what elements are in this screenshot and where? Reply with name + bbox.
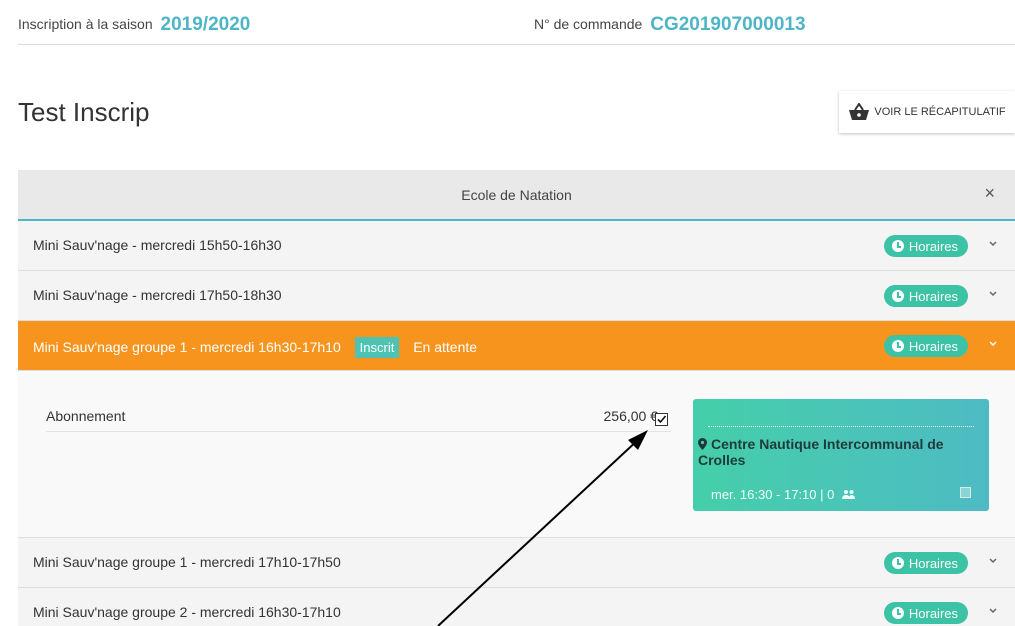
map-pin-icon	[698, 438, 707, 450]
season-info: Inscription à la saison 2019/2020	[18, 14, 250, 36]
subscription-price: 256,00 €	[603, 408, 659, 424]
panel-header: Ecole de Natation ×	[18, 170, 1015, 221]
session-detail: Abonnement 256,00 € Centre Nautique Inte…	[18, 371, 1015, 538]
clock-icon	[891, 340, 904, 352]
check-icon	[657, 415, 667, 424]
order-info: N° de commande CG201907000013	[534, 14, 806, 36]
clock-icon	[891, 557, 904, 569]
pending-status: En attente	[413, 339, 478, 355]
divider	[708, 426, 974, 427]
horaires-label: Horaires	[908, 338, 958, 354]
season-value: 2019/2020	[160, 14, 251, 35]
registered-badge: Inscrit	[354, 337, 400, 358]
people-icon	[841, 490, 855, 499]
horaires-button[interactable]: Horaires	[883, 235, 968, 257]
view-summary-button[interactable]: VOIR LE RÉCAPITULATIF	[839, 91, 1015, 133]
session-row-active[interactable]: Mini Sauv'nage groupe 1 - mercredi 16h30…	[18, 321, 1015, 371]
horaires-button[interactable]: Horaires	[883, 335, 968, 357]
season-prefix: Inscription à la saison	[18, 16, 153, 32]
session-label: Mini Sauv'nage - mercredi 15h50-16h30	[33, 237, 282, 253]
session-label: Mini Sauv'nage groupe 1 - mercredi 17h10…	[33, 554, 341, 570]
session-label: Mini Sauv'nage groupe 1 - mercredi 16h30…	[33, 337, 477, 358]
session-row[interactable]: Mini Sauv'nage groupe 2 - mercredi 16h30…	[18, 588, 1015, 626]
horaires-label: Horaires	[908, 288, 958, 304]
horaires-label: Horaires	[908, 238, 958, 254]
horaires-label: Horaires	[908, 605, 958, 621]
panel-title: Ecole de Natation	[461, 187, 572, 203]
order-number: CG201907000013	[650, 14, 806, 35]
chevron-down-icon[interactable]	[986, 237, 1000, 251]
subscription-name: Abonnement	[46, 408, 126, 424]
subscription-checkbox[interactable]	[655, 413, 668, 426]
session-label-text: Mini Sauv'nage groupe 1 - mercredi 16h30…	[33, 339, 341, 355]
venue-name: Centre Nautique Intercommunal de Crolles	[698, 436, 978, 468]
horaires-button[interactable]: Horaires	[883, 552, 968, 574]
session-row[interactable]: Mini Sauv'nage - mercredi 17h50-18h30 Ho…	[18, 271, 1015, 321]
basket-icon	[849, 103, 870, 120]
order-prefix: N° de commande	[534, 16, 643, 32]
slot-text: mer. 16:30 - 17:10 | 0	[711, 487, 835, 502]
horaires-button[interactable]: Horaires	[883, 285, 968, 307]
chevron-down-icon[interactable]	[986, 604, 1000, 618]
session-row[interactable]: Mini Sauv'nage groupe 1 - mercredi 17h10…	[18, 538, 1015, 588]
chevron-down-icon[interactable]	[986, 287, 1000, 301]
chevron-down-icon[interactable]	[986, 554, 1000, 568]
clock-icon	[891, 240, 904, 252]
subscription-line: Abonnement 256,00 €	[46, 408, 671, 432]
clock-icon	[891, 290, 904, 302]
chevron-down-icon[interactable]	[986, 337, 1000, 351]
slot-info: mer. 16:30 - 17:10 | 0	[711, 487, 855, 502]
horaires-label: Horaires	[908, 555, 958, 571]
page-title: Test Inscrip	[18, 97, 150, 127]
activity-panel: Ecole de Natation × Mini Sauv'nage - mer…	[18, 170, 1015, 626]
close-icon[interactable]: ×	[984, 183, 995, 204]
session-row[interactable]: Mini Sauv'nage - mercredi 15h50-16h30 Ho…	[18, 221, 1015, 271]
session-label: Mini Sauv'nage - mercredi 17h50-18h30	[33, 287, 282, 303]
venue-name-text: Centre Nautique Intercommunal de Crolles	[698, 436, 944, 468]
venue-card: Centre Nautique Intercommunal de Crolles…	[693, 399, 989, 511]
clock-icon	[891, 607, 904, 619]
horaires-button[interactable]: Horaires	[883, 602, 968, 624]
slot-checkbox[interactable]	[960, 487, 971, 498]
top-bar: Inscription à la saison 2019/2020 N° de …	[18, 0, 1015, 45]
view-summary-label: VOIR LE RÉCAPITULATIF	[874, 106, 1006, 118]
session-label: Mini Sauv'nage groupe 2 - mercredi 16h30…	[33, 604, 341, 620]
